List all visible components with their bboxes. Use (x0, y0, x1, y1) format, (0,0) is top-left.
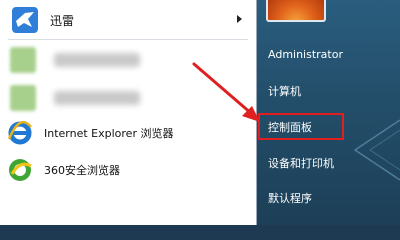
right-item-computer[interactable]: 计算机 (268, 83, 301, 99)
submenu-arrow-icon[interactable] (237, 15, 242, 23)
annotation-arrow-icon (192, 62, 260, 122)
background-decoration (353, 119, 400, 181)
pinned-item-label: 迅雷 (50, 13, 75, 28)
menu-separator (8, 39, 248, 40)
blurred-app-icon (10, 85, 36, 111)
list-item-360-browser[interactable]: 360安全浏览器 (6, 155, 250, 185)
list-item-label: Internet Explorer 浏览器 (44, 127, 174, 140)
xunlei-icon (10, 5, 40, 35)
blurred-label (54, 53, 140, 67)
internet-explorer-icon (7, 120, 32, 145)
user-name[interactable]: Administrator (268, 48, 343, 61)
right-item-devices-printers[interactable]: 设备和打印机 (268, 155, 334, 171)
blurred-label (54, 91, 140, 105)
pinned-item-xunlei[interactable]: 迅雷 (4, 3, 248, 37)
list-item-label: 360安全浏览器 (44, 164, 120, 177)
user-avatar[interactable] (266, 0, 326, 22)
right-item-default-programs[interactable]: 默认程序 (268, 190, 312, 206)
360-browser-icon (9, 159, 32, 181)
highlight-box (258, 113, 344, 140)
blurred-app-icon (10, 47, 36, 73)
